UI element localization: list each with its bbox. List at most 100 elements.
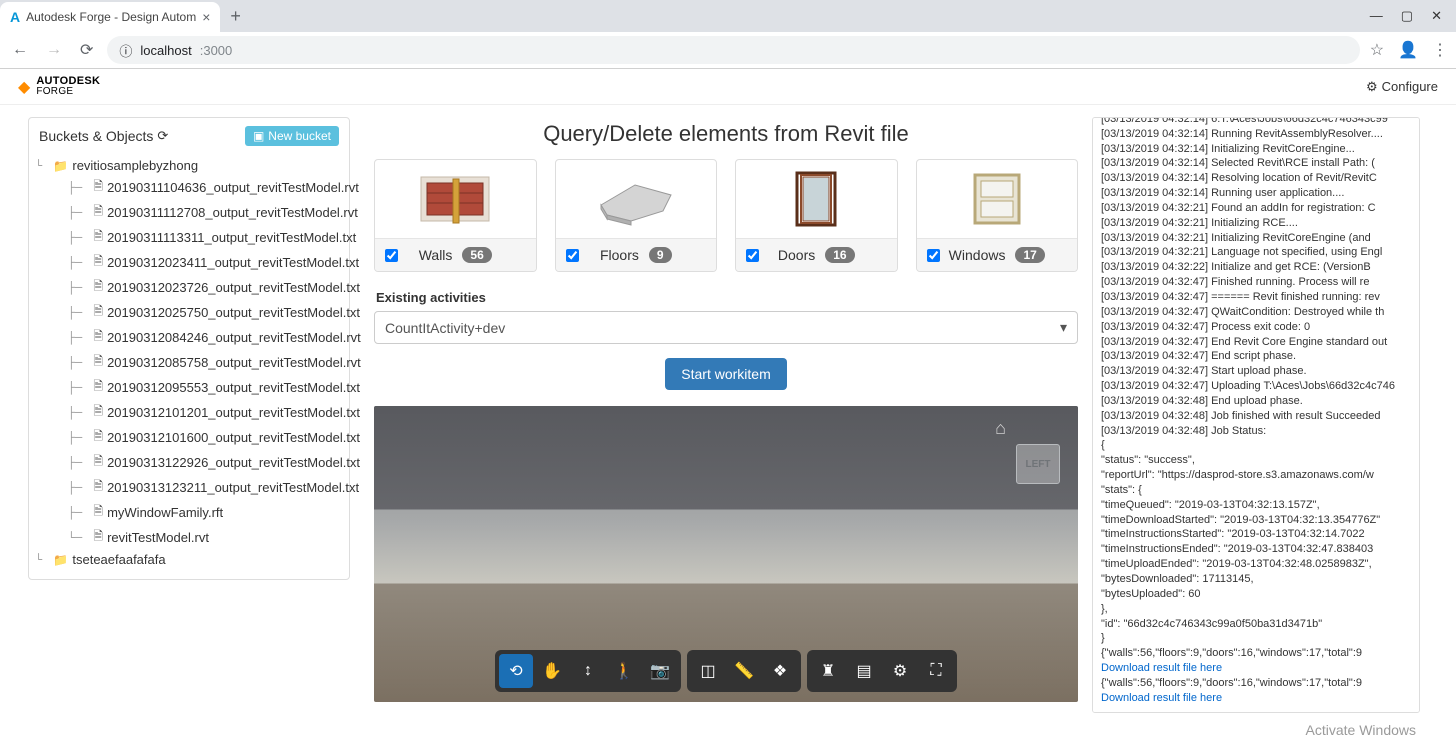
file-node[interactable]: ├─ 🗎 20190313123211_output_revitTestMode…: [35, 475, 343, 500]
new-tab-button[interactable]: +: [220, 6, 251, 27]
main-area: Buckets & Objects ⟳ ▣ New bucket └ 📁 rev…: [0, 105, 1456, 743]
file-node[interactable]: └─ 🗎 revitTestModel.rvt: [35, 525, 343, 550]
activities-label: Existing activities: [376, 290, 1078, 305]
profile-icon[interactable]: 👤: [1398, 40, 1418, 60]
file-node[interactable]: ├─ 🗎 20190312025750_output_revitTestMode…: [35, 300, 343, 325]
file-name: revitTestModel.rvt: [107, 530, 209, 545]
log-line: "id": "66d32c4c746343c99a0f50ba31d3471b": [1101, 617, 1411, 632]
download-link[interactable]: Download result file here: [1101, 691, 1411, 706]
log-line: [03/13/2019 04:32:14] 6:T:\Aces\Jobs\66d…: [1101, 117, 1411, 127]
log-line: [03/13/2019 04:32:14] Resolving location…: [1101, 171, 1411, 186]
file-node[interactable]: ├─ 🗎 20190312095553_output_revitTestMode…: [35, 375, 343, 400]
brand-bottom: FORGE: [36, 87, 100, 97]
configure-link[interactable]: ⚙ Configure: [1366, 79, 1438, 95]
close-icon[interactable]: ×: [202, 9, 210, 25]
log-line: "timeQueued": "2019-03-13T04:32:13.157Z"…: [1101, 498, 1411, 513]
refresh-icon[interactable]: ⟳: [157, 128, 168, 144]
file-node[interactable]: ├─ 🗎 myWindowFamily.rft: [35, 500, 343, 525]
log-output[interactable]: [03/13/2019 04:32:14] 5:HKEY_CURRENT_USE…: [1092, 117, 1420, 713]
file-node[interactable]: ├─ 🗎 20190312101600_output_revitTestMode…: [35, 425, 343, 450]
site-info-icon[interactable]: ⓘ: [119, 41, 132, 60]
browser-tab[interactable]: A Autodesk Forge - Design Autom ×: [0, 2, 220, 32]
viewer-toolbar: ⟲ ✋ ↕ 🚶 📷 ◫ 📏 ❖ ♜ ▤ ⚙ ⛶: [495, 650, 957, 692]
category-cards: Walls 56 Floors 9 Doors 16 Windows 17: [374, 159, 1078, 272]
download-link[interactable]: Download result file here: [1101, 661, 1411, 676]
section-tool[interactable]: ◫: [691, 654, 725, 688]
file-node[interactable]: ├─ 🗎 20190312023726_output_revitTestMode…: [35, 275, 343, 300]
file-icon: 🗎: [93, 477, 103, 498]
orbit-tool[interactable]: ⟲: [499, 654, 533, 688]
log-line: }: [1101, 631, 1411, 646]
file-icon: 🗎: [93, 377, 103, 398]
address-bar: ← → ⟳ ⓘ localhost:3000 ☆ 👤 ⋮: [0, 32, 1456, 68]
log-line: {"walls":56,"floors":9,"doors":16,"windo…: [1101, 676, 1411, 691]
home-icon[interactable]: ⌂: [995, 418, 1006, 439]
card-count-badge: 56: [462, 247, 491, 263]
file-node[interactable]: ├─ 🗎 20190311112708_output_revitTestMode…: [35, 200, 343, 225]
zoom-tool[interactable]: ↕: [571, 654, 605, 688]
settings-tool[interactable]: ⚙: [883, 654, 917, 688]
file-name: 20190312101600_output_revitTestModel.txt: [107, 430, 360, 445]
object-tree[interactable]: └ 📁 revitiosamplebyzhong ├─ 🗎 2019031110…: [29, 154, 349, 579]
back-icon[interactable]: ←: [8, 41, 32, 59]
start-workitem-button[interactable]: Start workitem: [665, 358, 786, 390]
measure-tool[interactable]: 📏: [727, 654, 761, 688]
file-node[interactable]: ├─ 🗎 20190312085758_output_revitTestMode…: [35, 350, 343, 375]
file-node[interactable]: ├─ 🗎 20190311104636_output_revitTestMode…: [35, 175, 343, 200]
file-node[interactable]: ├─ 🗎 20190311113311_output_revitTestMode…: [35, 225, 343, 250]
file-name: 20190312023411_output_revitTestModel.txt: [107, 255, 359, 270]
file-node[interactable]: ├─ 🗎 20190312023411_output_revitTestMode…: [35, 250, 343, 275]
bucket-node[interactable]: └ 📁 tseteaefaafafafa: [35, 550, 343, 569]
log-line: [03/13/2019 04:32:14] Selected Revit\RCE…: [1101, 156, 1411, 171]
log-line: "reportUrl": "https://dasprod-store.s3.a…: [1101, 468, 1411, 483]
file-node[interactable]: ├─ 🗎 20190312084246_output_revitTestMode…: [35, 325, 343, 350]
log-line: [03/13/2019 04:32:48] Job Status:: [1101, 424, 1411, 439]
bucket-node[interactable]: └ 📁 revitiosamplebyzhong: [35, 156, 343, 175]
model-viewer[interactable]: ⌂ LEFT ⟲ ✋ ↕ 🚶 📷 ◫ 📏 ❖ ♜ ▤ ⚙: [374, 406, 1078, 702]
file-node[interactable]: ├─ 🗎 20190313122926_output_revitTestMode…: [35, 450, 343, 475]
log-line: [03/13/2019 04:32:47] ====== Revit finis…: [1101, 290, 1411, 305]
log-line: "timeDownloadStarted": "2019-03-13T04:32…: [1101, 513, 1411, 528]
bucket-icon: ▣: [253, 129, 264, 143]
url-field[interactable]: ⓘ localhost:3000: [107, 36, 1359, 64]
file-icon: 🗎: [93, 227, 103, 248]
log-line: [03/13/2019 04:32:21] Initializing RCE..…: [1101, 216, 1411, 231]
explode-tool[interactable]: ❖: [763, 654, 797, 688]
windows-watermark: Activate Windows: [1306, 722, 1416, 738]
floors-checkbox[interactable]: [566, 249, 579, 262]
walls-checkbox[interactable]: [385, 249, 398, 262]
view-cube[interactable]: LEFT: [1016, 444, 1060, 484]
activity-select[interactable]: CountItActivity+dev ▾: [374, 311, 1078, 344]
close-window-icon[interactable]: ✕: [1431, 8, 1442, 24]
log-line: [03/13/2019 04:32:22] Initialize and get…: [1101, 260, 1411, 275]
file-icon: 🗎: [93, 327, 103, 348]
file-icon: 🗎: [93, 277, 103, 298]
file-node[interactable]: ├─ 🗎 20190312101201_output_revitTestMode…: [35, 400, 343, 425]
log-line: [03/13/2019 04:32:48] End upload phase.: [1101, 394, 1411, 409]
card-label: Floors: [600, 247, 639, 263]
menu-icon[interactable]: ⋮: [1432, 40, 1448, 60]
log-line: [03/13/2019 04:32:47] Process exit code:…: [1101, 320, 1411, 335]
autodesk-favicon: A: [10, 9, 20, 25]
file-name: 20190312095553_output_revitTestModel.txt: [107, 380, 360, 395]
log-line: "bytesDownloaded": 17113145,: [1101, 572, 1411, 587]
minimize-icon[interactable]: —: [1370, 8, 1383, 24]
windows-checkbox[interactable]: [927, 249, 940, 262]
model-browser-tool[interactable]: ♜: [811, 654, 845, 688]
log-line: [03/13/2019 04:32:47] Start upload phase…: [1101, 364, 1411, 379]
doors-checkbox[interactable]: [746, 249, 759, 262]
walk-tool[interactable]: 🚶: [607, 654, 641, 688]
chevron-down-icon: ▾: [1060, 319, 1067, 336]
file-name: myWindowFamily.rft: [107, 505, 223, 520]
reload-icon[interactable]: ⟳: [76, 40, 97, 60]
log-line: [03/13/2019 04:32:47] End script phase.: [1101, 349, 1411, 364]
star-icon[interactable]: ☆: [1370, 40, 1384, 60]
maximize-icon[interactable]: ▢: [1401, 8, 1413, 24]
properties-tool[interactable]: ▤: [847, 654, 881, 688]
pan-tool[interactable]: ✋: [535, 654, 569, 688]
log-line: [03/13/2019 04:32:47] Finished running. …: [1101, 275, 1411, 290]
fullscreen-tool[interactable]: ⛶: [919, 654, 953, 688]
camera-tool[interactable]: 📷: [643, 654, 677, 688]
new-bucket-button[interactable]: ▣ New bucket: [245, 126, 339, 146]
configure-label: Configure: [1382, 79, 1438, 94]
